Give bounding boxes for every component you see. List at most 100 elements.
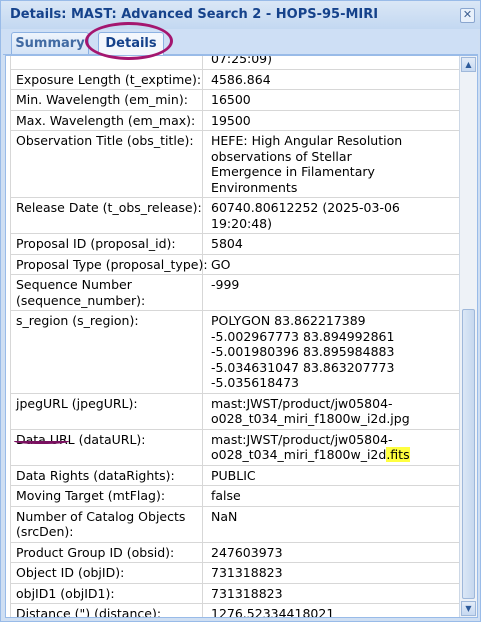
field-label: Number of Catalog Objects (srcDen): (10, 506, 203, 542)
field-label: Distance (") (distance): (10, 604, 203, 618)
field-value-line: false (211, 488, 454, 504)
field-label-line: Product Group ID (obsid): (16, 544, 175, 560)
field-value-text: 4586.864 (211, 71, 271, 87)
field-value: 4586.864 (203, 69, 461, 89)
field-label: Release Date (t_obs_release): (10, 198, 203, 233)
field-value-line: 731318823 (211, 586, 454, 602)
field-label-line: Exposure Length (t_exptime): (16, 71, 202, 87)
table-row: Product Group ID (obsid): 247603973 (10, 542, 461, 563)
field-value-text: 247603973 (211, 544, 283, 560)
field-label: Object ID (objID): (10, 563, 203, 583)
field-label (10, 56, 203, 69)
field-value-line: GO (211, 257, 454, 273)
tab-details[interactable]: Details (98, 32, 164, 55)
field-value: mast:JWST/product/jw05804- o028_t034_miri… (203, 393, 461, 429)
field-label: Max. Wavelength (em_max): (10, 110, 203, 130)
field-label-line: Observation Title (obs_title): (16, 133, 194, 148)
field-value-text: observations of Stellar (211, 148, 352, 164)
scroll-up-icon[interactable]: ▲ (461, 57, 476, 72)
tab-summary[interactable]: Summary (11, 32, 89, 54)
field-value: POLYGON 83.862217389 -5.002967773 83.8949… (203, 311, 461, 393)
field-value-line: POLYGON 83.862217389 (211, 313, 454, 329)
field-value: 247603973 (203, 542, 461, 562)
field-value-line: PUBLIC (211, 468, 454, 484)
table-row: Sequence Number (sequence_number): -999 (10, 275, 461, 311)
details-panel: 07:25:09) Exposure Length (t_exptime): 458… (5, 55, 478, 618)
field-value-line: -999 (211, 277, 454, 293)
table-row: 07:25:09) (10, 56, 461, 70)
field-value-line: 4586.864 (211, 72, 454, 88)
field-value-text: 19500 (211, 112, 251, 128)
field-label-line: Data URL (dataURL): (16, 431, 146, 447)
field-value-line: 247603973 (211, 545, 454, 561)
field-label: jpegURL (jpegURL): (10, 393, 203, 429)
field-label: Product Group ID (obsid): (10, 542, 203, 562)
table-row: Max. Wavelength (em_max): 19500 (10, 110, 461, 131)
field-label-line: objID1 (objID1): (16, 585, 115, 601)
field-value: 731318823 (203, 563, 461, 583)
field-value-line: Emergence in Filamentary (211, 164, 454, 180)
field-label-line: Distance (") (distance): (16, 606, 162, 618)
field-value-text: 731318823 (211, 585, 283, 601)
field-label-line: Proposal Type (proposal_type): (16, 256, 208, 272)
field-value-line: o028_t034_miri_f1800w_i2d.jpg (211, 411, 454, 427)
field-label-line: Max. Wavelength (em_max): (16, 112, 196, 128)
table-row: Object ID (objID): 731318823 (10, 563, 461, 584)
field-value: mast:JWST/product/jw05804- o028_t034_miri… (203, 429, 461, 465)
field-label-line: Number of Catalog Objects (16, 508, 186, 524)
highlighted-extension: .fits (386, 447, 410, 462)
field-value-line: HEFE: High Angular Resolution (211, 133, 454, 149)
field-value-line: -5.001980396 83.895984883 (211, 344, 454, 360)
window-titlebar[interactable]: Details: MAST: Advanced Search 2 - HOPS-… (1, 1, 480, 29)
field-label: Moving Target (mtFlag): (10, 486, 203, 506)
field-value: GO (203, 254, 461, 274)
field-label: Exposure Length (t_exptime): (10, 69, 203, 89)
field-value-line: mast:JWST/product/jw05804- (211, 396, 454, 412)
field-value-text: NaN (211, 508, 238, 524)
scroll-down-icon[interactable]: ▼ (461, 601, 476, 616)
field-value-text: 60740.80612252 (2025-03-06 (211, 200, 400, 215)
field-value: HEFE: High Angular Resolution observation… (203, 131, 461, 197)
field-label-line: Min. Wavelength (em_min): (16, 92, 188, 107)
field-value: 5804 (203, 234, 461, 254)
table-row: Proposal Type (proposal_type): GO (10, 254, 461, 275)
table-row: jpegURL (jpegURL): mast:JWST/product/jw05… (10, 393, 461, 430)
close-icon[interactable]: ✕ (460, 8, 475, 23)
field-value-text: -5.034631047 83.863207773 (211, 359, 395, 375)
field-value-line: o028_t034_miri_f1800w_i2d.fits (211, 447, 454, 463)
field-label-line: Moving Target (mtFlag): (16, 488, 166, 503)
table-row: Number of Catalog Objects (srcDen): NaN (10, 506, 461, 543)
field-value-line: 19500 (211, 113, 454, 129)
field-label: Data Rights (dataRights): (10, 465, 203, 485)
table-row: Min. Wavelength (em_min): 16500 (10, 90, 461, 111)
field-value-text: Environments (211, 179, 298, 195)
table-row: Exposure Length (t_exptime): 4586.864 (10, 69, 461, 90)
field-label-line: Sequence Number (16, 277, 132, 292)
tab-strip: Summary Details (3, 29, 478, 55)
field-value-text: 731318823 (211, 565, 283, 580)
field-value-line: 5804 (211, 236, 454, 252)
scroll-thumb[interactable] (462, 309, 475, 599)
field-value: false (203, 486, 461, 506)
field-value-line: -5.034631047 83.863207773 (211, 360, 454, 376)
field-value: NaN (203, 506, 461, 542)
table-row: objID1 (objID1): 731318823 (10, 583, 461, 604)
table-row: Observation Title (obs_title): HEFE: High… (10, 131, 461, 198)
field-label-line: s_region (s_region): (16, 313, 139, 328)
field-value-text: -5.001980396 83.895984883 (211, 344, 395, 359)
field-value: 16500 (203, 90, 461, 110)
field-value-text: o028_t034_miri_f1800w_i2d.jpg (211, 411, 410, 426)
field-value: -999 (203, 275, 461, 310)
vertical-scrollbar[interactable]: ▲ ▼ (459, 56, 477, 617)
field-value-text: Emergence in Filamentary (211, 164, 375, 179)
table-row: Distance (") (distance): 1276.52334418021 (10, 604, 461, 618)
field-value-text: mast:JWST/product/jw05804- (211, 431, 393, 447)
field-value-text: mast:JWST/product/jw05804- (211, 395, 393, 411)
field-value-line: 07:25:09) (211, 56, 454, 67)
field-value-line: 60740.80612252 (2025-03-06 (211, 200, 454, 216)
table-row: Release Date (t_obs_release): 60740.80612… (10, 198, 461, 234)
field-value-line: 731318823 (211, 565, 454, 581)
field-value-text: PUBLIC (211, 467, 256, 483)
field-value-text: HEFE: High Angular Resolution (211, 133, 403, 148)
field-value: 731318823 (203, 583, 461, 603)
